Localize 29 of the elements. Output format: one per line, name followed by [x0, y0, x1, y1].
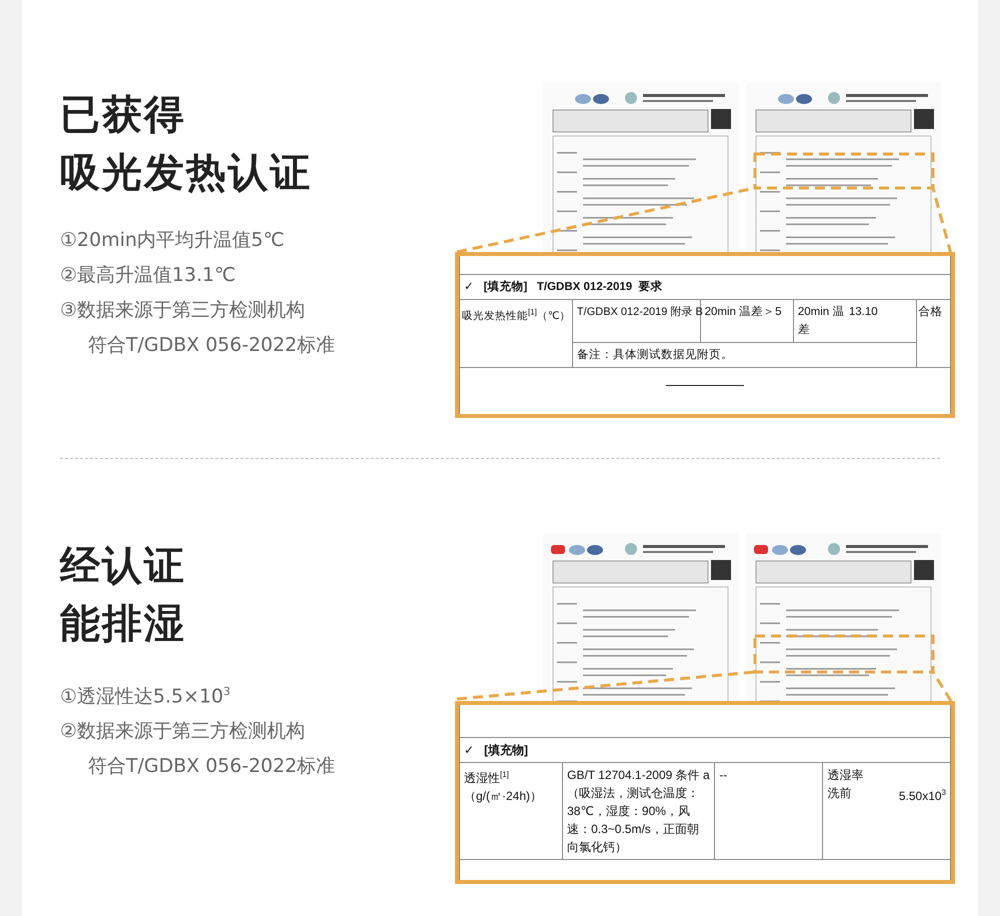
table-cell: 吸光发热性能$^{[1]}$（℃） — [462, 310, 571, 322]
table-cell: 透湿率 — [827, 768, 864, 782]
table-cell-text: 5.50x10$^{3}$ — [898, 787, 946, 805]
table-heading: [填充物] T/GDBX 012-2019 要求 — [484, 281, 663, 293]
table-cell: 备注：具体测试数据见附页。 — [576, 349, 733, 361]
feature-point: ①透湿性达5.5×10$^{3}$ — [60, 684, 230, 710]
table-cell: 20min 温差＞5 — [704, 306, 782, 318]
check-mark: ✓ — [464, 281, 475, 293]
table-cell-text: 20min 温差 — [798, 304, 846, 338]
section-title: 能排湿 — [60, 600, 186, 649]
check-mark: ✓ — [464, 743, 476, 757]
table-cell: 合格 — [918, 306, 943, 318]
table-cell: （g/(㎡·24h)） — [464, 789, 542, 803]
feature-point: ②数据来源于第三方检测机构 — [60, 719, 306, 744]
table-cell: 透湿性$^{[1]}$ — [464, 771, 509, 785]
table-cell: T/GDBX 012-2019 附录 B — [576, 306, 703, 318]
feature-point: 符合T/GDBX 056-2022标准 — [87, 754, 335, 780]
table-cell: GB/T 12704.1-2009 条件 a（吸湿法，测试仓温度：38℃，湿度：90%，风速：0.3~0.5m/s，正面朝向氯化钙） — [567, 768, 710, 854]
section-title: 已获得 — [60, 91, 186, 140]
table-cell-text: 13.10 — [848, 305, 878, 320]
section-title: 吸光发热认证 — [60, 149, 312, 198]
section-title: 经认证 — [60, 542, 186, 591]
table-heading: [填充物] — [484, 743, 528, 757]
table-cell: -- — [719, 768, 728, 782]
feature-point: ③数据来源于第三方检测机构 — [60, 298, 306, 323]
feature-point: 符合T/GDBX 056-2022标准 — [87, 333, 335, 358]
table-cell-text: 洗前 — [827, 785, 852, 802]
feature-point: ②最高升温值13.1℃ — [60, 263, 236, 288]
feature-point: ①20min内平均升温值5℃ — [60, 228, 284, 253]
